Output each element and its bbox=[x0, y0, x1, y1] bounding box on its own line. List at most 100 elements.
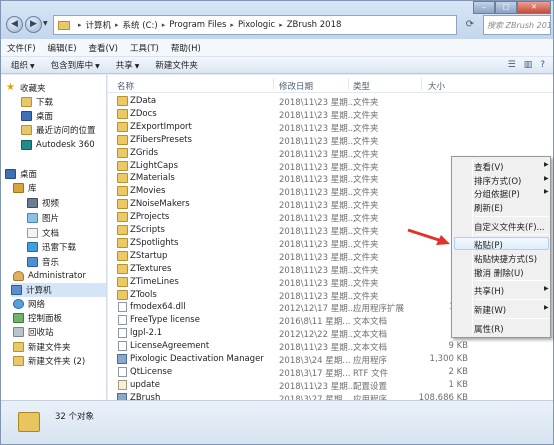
file-name: ZFibersPresets bbox=[130, 134, 192, 145]
menu-help[interactable]: 帮助(H) bbox=[171, 42, 201, 54]
folder-icon bbox=[13, 342, 24, 352]
minimize-icon[interactable]: ‒ bbox=[473, 1, 495, 14]
file-row[interactable]: QtLicense 2018\3\17 星期... RTF 文件 2 KB bbox=[108, 366, 553, 379]
file-type: 文件夹 bbox=[353, 278, 379, 289]
file-name: lgpl-2.1 bbox=[130, 328, 163, 339]
context-menu-item[interactable]: 新建(W) ▶ bbox=[474, 304, 549, 316]
new-folder-button[interactable]: 新建文件夹 bbox=[155, 59, 198, 71]
nav-desktop-fav[interactable]: 桌面 bbox=[21, 109, 53, 123]
address-row: ◀ ▶ ▼ ▸ 计算机 ▸ 系统 (C:) ▸ Program Files ▸ … bbox=[1, 1, 553, 39]
back-button[interactable]: ◀ bbox=[6, 16, 23, 33]
file-type: 文本文档 bbox=[353, 330, 388, 341]
forward-button[interactable]: ▶ bbox=[25, 16, 42, 33]
share-button[interactable]: 共享 ▼ bbox=[116, 59, 140, 71]
file-row[interactable]: ZFibersPresets 2018\11\23 星期... 文件夹 bbox=[108, 134, 553, 147]
menu-view[interactable]: 查看(V) bbox=[89, 42, 118, 54]
nav-music[interactable]: 音乐 bbox=[27, 255, 59, 269]
file-icon bbox=[118, 341, 127, 352]
preview-pane-icon[interactable]: ▥ bbox=[524, 60, 533, 70]
context-menu-item[interactable]: 刷新(E) bbox=[474, 202, 503, 214]
menu-file[interactable]: 文件(F) bbox=[7, 42, 36, 54]
nav-pictures[interactable]: 图片 bbox=[27, 211, 59, 225]
history-dropdown-icon[interactable]: ▼ bbox=[43, 20, 48, 27]
nav-videos[interactable]: 视频 bbox=[27, 196, 59, 210]
file-date: 2018\11\23 星期... bbox=[279, 343, 356, 354]
menu-edit[interactable]: 编辑(E) bbox=[48, 42, 77, 54]
downloads-icon bbox=[21, 97, 32, 107]
nav-documents[interactable]: 文档 bbox=[27, 226, 59, 240]
file-name: ZData bbox=[130, 96, 157, 106]
file-row[interactable]: ZDocs 2018\11\23 星期... 文件夹 bbox=[108, 108, 553, 121]
nav-network[interactable]: 网络 bbox=[13, 297, 45, 311]
nav-autodesk360[interactable]: Autodesk 360 bbox=[21, 138, 95, 152]
file-row[interactable]: update 2018\11\23 星期... 配置设置 1 KB bbox=[108, 379, 553, 392]
file-date: 2018\11\23 星期... bbox=[279, 136, 356, 147]
file-row[interactable]: ZBrush 2018\3\27 星期... 应用程序 108,686 KB bbox=[108, 392, 553, 400]
chevron-down-icon: ▼ bbox=[95, 63, 100, 70]
column-header-row: 名称 修改日期 类型 大小 bbox=[108, 75, 553, 93]
nav-library[interactable]: 库 bbox=[13, 181, 37, 195]
file-name: ZGrids bbox=[130, 147, 159, 158]
nav-recent[interactable]: 最近访问的位置 bbox=[21, 123, 96, 137]
breadcrumb-item[interactable]: ZBrush 2018 bbox=[287, 20, 342, 30]
maximize-icon[interactable]: □ bbox=[495, 1, 517, 14]
nav-control-panel[interactable]: 控制面板 bbox=[13, 311, 62, 325]
context-menu-item[interactable]: 排序方式(O) ▶ bbox=[474, 175, 549, 187]
file-row[interactable]: Pixologic Deactivation Manager 2018\3\24 … bbox=[108, 353, 553, 366]
nav-favorites[interactable]: ★ 收藏夹 bbox=[5, 81, 46, 95]
context-menu-item[interactable]: 属性(R) bbox=[474, 323, 504, 335]
nav-new-folder[interactable]: 新建文件夹 bbox=[13, 340, 71, 354]
file-row[interactable]: ZExportImport 2018\11\23 星期... 文件夹 bbox=[108, 121, 553, 134]
library-icon bbox=[13, 183, 24, 193]
application-icon bbox=[117, 354, 127, 364]
file-type: 文件夹 bbox=[353, 252, 379, 263]
file-name: ZLightCaps bbox=[130, 160, 179, 171]
context-menu-item[interactable]: 粘贴快捷方式(S) bbox=[474, 253, 537, 265]
column-header-size[interactable]: 大小 bbox=[428, 80, 445, 92]
include-in-library-button[interactable]: 包含到库中 ▼ bbox=[51, 59, 100, 71]
nav-administrator[interactable]: Administrator bbox=[13, 269, 86, 283]
nav-thunder-downloads[interactable]: 迅雷下载 bbox=[27, 240, 76, 254]
nav-desktop[interactable]: 桌面 bbox=[5, 167, 37, 181]
picture-icon bbox=[27, 213, 38, 223]
context-menu-item[interactable]: 查看(V) ▶ bbox=[474, 161, 549, 173]
file-date: 2016\8\11 星期... bbox=[279, 317, 351, 328]
context-menu-item[interactable]: 撤消 删除(U) bbox=[474, 267, 524, 279]
user-icon bbox=[13, 271, 24, 281]
folder-icon bbox=[117, 225, 128, 235]
file-icon bbox=[118, 366, 127, 377]
search-input[interactable]: 搜索 ZBrush 2018 bbox=[483, 15, 551, 35]
file-date: 2012\12\22 星期... bbox=[279, 330, 356, 341]
breadcrumb-item[interactable]: Program Files bbox=[169, 20, 226, 30]
nav-downloads[interactable]: 下载 bbox=[21, 95, 53, 109]
context-menu-item[interactable]: 共享(H) ▶ bbox=[474, 285, 549, 297]
breadcrumb-item[interactable]: 计算机 bbox=[86, 19, 112, 31]
help-icon[interactable]: ? bbox=[540, 60, 545, 70]
context-menu-item[interactable]: 自定义文件夹(F)... bbox=[474, 221, 545, 233]
file-date: 2018\11\23 星期... bbox=[279, 291, 356, 302]
file-date: 2018\11\23 星期... bbox=[279, 214, 356, 225]
nav-computer[interactable]: 计算机 bbox=[11, 283, 106, 297]
context-menu-item[interactable]: 粘贴(P) bbox=[474, 239, 503, 251]
view-options-icon[interactable]: ☰ bbox=[508, 60, 516, 70]
file-type: 文件夹 bbox=[353, 149, 379, 160]
context-menu-item[interactable]: 分组依据(P) ▶ bbox=[474, 188, 549, 200]
file-name: Pixologic Deactivation Manager bbox=[130, 354, 264, 364]
column-header-type[interactable]: 类型 bbox=[353, 80, 370, 92]
file-date: 2018\11\23 星期... bbox=[279, 227, 356, 237]
address-bar[interactable]: ▸ 计算机 ▸ 系统 (C:) ▸ Program Files ▸ Pixolo… bbox=[53, 15, 457, 35]
nav-recycle-bin[interactable]: 回收站 bbox=[13, 325, 54, 339]
file-type: 配置设置 bbox=[353, 381, 388, 392]
close-icon[interactable]: ✕ bbox=[517, 1, 551, 14]
breadcrumb-item[interactable]: 系统 (C:) bbox=[123, 19, 158, 31]
nav-new-folder-2[interactable]: 新建文件夹 (2) bbox=[13, 354, 85, 368]
file-row[interactable]: LicenseAgreement 2018\11\23 星期... 文本文档 9 KB bbox=[108, 340, 553, 353]
column-header-name[interactable]: 名称 bbox=[117, 80, 134, 92]
file-row[interactable]: ZData 2018\11\23 星期... 文件夹 bbox=[108, 95, 553, 108]
breadcrumb-item[interactable]: Pixologic bbox=[238, 20, 275, 30]
refresh-icon[interactable]: ⟳ bbox=[461, 16, 479, 34]
menu-tools[interactable]: 工具(T) bbox=[130, 42, 159, 54]
column-header-date[interactable]: 修改日期 bbox=[279, 80, 313, 92]
folder-icon bbox=[117, 134, 128, 145]
organize-button[interactable]: 组织 ▼ bbox=[11, 59, 35, 71]
